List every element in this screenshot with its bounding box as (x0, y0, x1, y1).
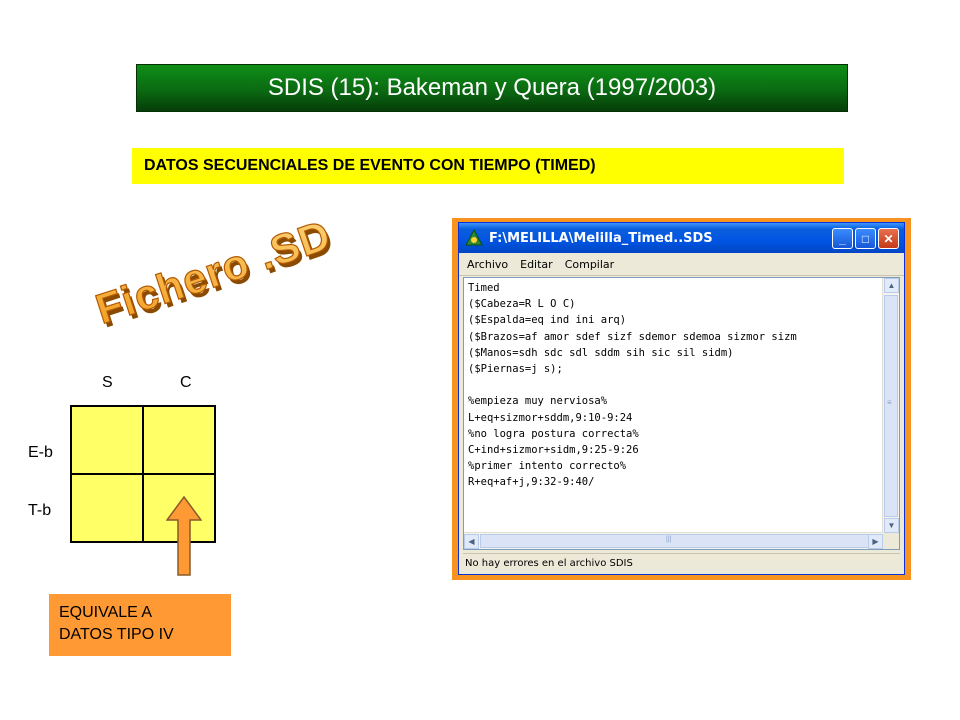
editor-line: Timed (468, 282, 500, 294)
editor-line: ($Brazos=af amor sdef sizf sdemor sdemoa… (468, 330, 797, 343)
editor-line: %empieza muy nerviosa% (468, 395, 608, 408)
menu-bar: Archivo Editar Compilar (459, 253, 904, 276)
menu-editar[interactable]: Editar (520, 258, 553, 271)
grid-cell (71, 406, 143, 474)
scroll-up-icon[interactable]: ▲ (884, 278, 899, 293)
close-button[interactable]: ✕ (878, 228, 899, 249)
editor-line: R+eq+af+j,9:32-9:40/ (468, 476, 595, 489)
hgrip-icon: ||| (666, 536, 672, 543)
editor-line: ($Manos=sdh sdc sdl sddm sih sic sil sid… (468, 346, 734, 359)
up-arrow-icon (166, 496, 202, 576)
scroll-right-icon[interactable]: ▶ (868, 534, 883, 549)
wordart-text: Fichero .SDS (92, 222, 332, 333)
editor-line: ($Piernas=j s); (468, 362, 563, 375)
window-titlebar[interactable]: F:\MELILLA\Melilla_Timed..SDS _ □ ✕ (459, 223, 904, 253)
vertical-scrollbar[interactable]: ▲ ≡ ▼ (882, 278, 899, 533)
row-label-t-b: T-b (28, 502, 52, 519)
equivalence-line-1: EQUIVALE A (59, 604, 153, 621)
sdis-app-icon (465, 229, 483, 246)
window-title: F:\MELILLA\Melilla_Timed..SDS (489, 230, 713, 246)
equivalence-note: EQUIVALE A DATOS TIPO IV (49, 594, 231, 656)
editor-line: %no logra postura correcta% (468, 427, 639, 440)
scroll-down-icon[interactable]: ▼ (884, 518, 899, 533)
slide-title: SDIS (15): Bakeman y Quera (1997/2003) (267, 74, 717, 101)
wordart-fichero-sds: Fichero .SDS Fichero .SDS (92, 222, 332, 337)
grid-cell (71, 474, 143, 542)
minimize-button[interactable]: _ (832, 228, 853, 249)
scroll-corner (883, 533, 899, 549)
menu-compilar[interactable]: Compilar (565, 258, 614, 271)
editor-line: %primer intento correcto% (468, 460, 627, 473)
svg-text:Fichero .SDS: Fichero .SDS (92, 222, 332, 333)
menu-archivo[interactable]: Archivo (467, 258, 508, 271)
vertical-scroll-thumb[interactable]: ≡ (884, 295, 898, 517)
grid-cell (143, 406, 215, 474)
horizontal-scrollbar[interactable]: ◀ ||| ▶ (464, 532, 883, 549)
row-label-e-b: E-b (28, 444, 53, 461)
slide-subtitle: DATOS SECUENCIALES DE EVENTO CON TIEMPO … (132, 148, 844, 184)
editor-line: ($Espalda=eq ind ini arq) (468, 314, 627, 327)
scroll-left-icon[interactable]: ◀ (464, 534, 479, 549)
code-editor[interactable]: Timed ($Cabeza=R L O C) ($Espalda=eq ind i… (463, 277, 900, 550)
editor-line: L+eq+sizmor+sddm,9:10-9:24 (468, 411, 633, 424)
grip-icon: ≡ (887, 398, 892, 407)
column-label-s: S (102, 374, 113, 391)
equivalence-line-2: DATOS TIPO IV (59, 626, 174, 643)
status-bar: No hay errores en el archivo SDIS (463, 553, 900, 572)
editor-line: ($Cabeza=R L O C) (468, 298, 576, 311)
window-screenshot-frame: F:\MELILLA\Melilla_Timed..SDS _ □ ✕ Arch… (452, 218, 911, 580)
editor-line: C+ind+sizmor+sidm,9:25-9:26 (468, 443, 639, 456)
slide-title-bar: SDIS (15): Bakeman y Quera (1997/2003) (136, 64, 848, 112)
editor-text: Timed ($Cabeza=R L O C) ($Espalda=eq ind i… (468, 280, 881, 531)
column-label-c: C (180, 374, 192, 391)
maximize-button[interactable]: □ (855, 228, 876, 249)
horizontal-scroll-thumb[interactable]: ||| (480, 534, 869, 548)
sdis-window: F:\MELILLA\Melilla_Timed..SDS _ □ ✕ Arch… (458, 222, 905, 575)
status-text: No hay errores en el archivo SDIS (465, 557, 633, 569)
